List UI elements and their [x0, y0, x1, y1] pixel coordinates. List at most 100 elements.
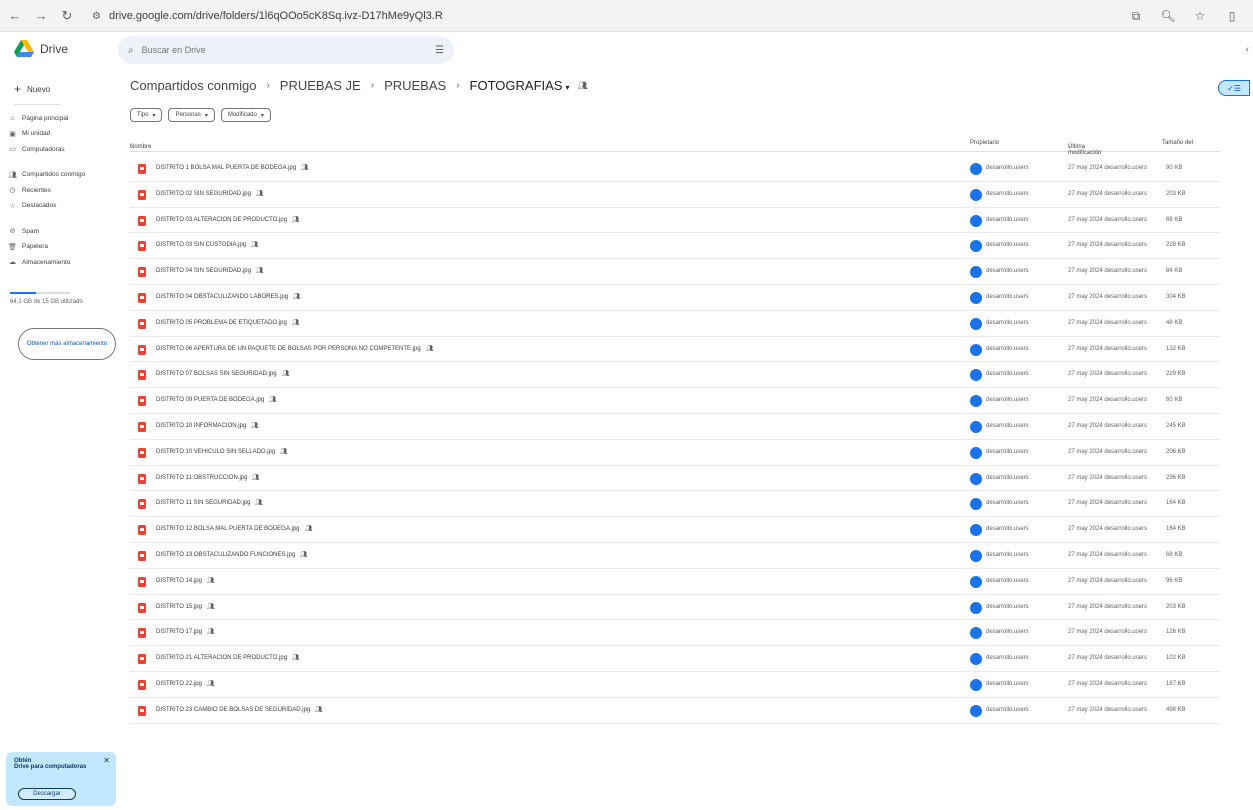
- get-more-storage-button[interactable]: Obtener más almacenamiento: [18, 328, 116, 360]
- zoom-icon[interactable]: 🔍︎: [1157, 5, 1179, 27]
- file-name: DISTRITO 23 CAMBIO DE BOLSAS DE SEGURIDA…: [156, 706, 311, 713]
- forward-arrow-icon[interactable]: →: [30, 5, 52, 27]
- sidebar-item-recent[interactable]: ◷ Recientes: [8, 184, 112, 197]
- file-size: 88 KB: [1166, 216, 1183, 223]
- file-name: DISTRITO 22.jpg: [156, 680, 202, 687]
- sidebar-item-label: Destacados: [22, 202, 57, 210]
- filter-label: Modificado: [227, 112, 257, 118]
- file-size: 102 KB: [1166, 655, 1186, 662]
- column-header-owner[interactable]: Propietario: [970, 140, 999, 146]
- install-app-icon[interactable]: ⧉: [1125, 5, 1147, 27]
- sidebar-item-spam[interactable]: ⊘ Spam: [8, 225, 112, 238]
- search-bar[interactable]: ⌕ ☰: [118, 36, 454, 64]
- file-modified: 27 may 2024 desarrollo.users: [1068, 474, 1148, 481]
- search-input[interactable]: [139, 44, 436, 56]
- table-row[interactable]: DISTRITO 21 ALTERACION DE PRODUCTO.jpg 👥︎…: [130, 646, 1220, 672]
- table-row[interactable]: DISTRITO 15.jpg 👥︎ desarrollo.users 27 may …: [130, 595, 1220, 621]
- file-modified: 27 may 2024 desarrollo.users: [1068, 629, 1148, 636]
- table-row[interactable]: DISTRITO 04 OBSTACULIZANDO LABORES.jpg 👥︎…: [130, 285, 1220, 311]
- sidebar-item-computers[interactable]: ▭ Computadoras: [8, 143, 112, 156]
- close-icon[interactable]: ✕: [103, 756, 110, 765]
- file-owner: desarrollo.users: [986, 577, 1029, 584]
- browser-toolbar: ← → ↻ ⚙ drive.google.com/drive/folders/1…: [0, 0, 1253, 32]
- avatar: [970, 240, 982, 253]
- file-size: 206 KB: [1166, 448, 1186, 455]
- table-row[interactable]: DISTRITO 05 PROBLEMA DE ETIQUETADO.jpg 👥︎…: [130, 311, 1220, 337]
- table-row[interactable]: DISTRITO 10 VEHICULO SIN SELLADO.jpg 👥︎ de…: [130, 440, 1220, 466]
- table-row[interactable]: DISTRITO 09 PUERTA DE BODEGA.jpg 👥︎ desarr…: [130, 388, 1220, 414]
- table-row[interactable]: DISTRITO 11 SIN SEGURIDAD.jpg 👥︎ desarroll…: [130, 491, 1220, 518]
- table-row[interactable]: DISTRITO 22.jpg 👥︎ desarrollo.users 27 may …: [130, 672, 1220, 698]
- sidebar-item-starred[interactable]: ☆ Destacados: [8, 200, 112, 213]
- side-panel-toggle-icon[interactable]: ‹: [1246, 44, 1249, 55]
- file-owner: desarrollo.users: [986, 551, 1029, 558]
- table-row[interactable]: DISTRITO 1 BOLSA MAL PUERTA DE BODEGA.jp…: [130, 156, 1220, 182]
- table-row[interactable]: DISTRITO 12 BOLSA MAL PUERTA DE BODEGA.j…: [130, 517, 1220, 543]
- sidebar-item-label: Almacenamiento: [22, 258, 71, 266]
- new-button-label: Nuevo: [27, 84, 51, 94]
- file-owner: desarrollo.users: [986, 345, 1029, 352]
- file-name: DISTRITO 12 BOLSA MAL PUERTA DE BODEGA.j…: [156, 526, 300, 533]
- sidebar-item-storage[interactable]: ☁ Almacenamiento: [8, 256, 112, 269]
- table-row[interactable]: DISTRITO 04 SIN SEGURIDAD.jpg 👥︎ desarroll…: [130, 259, 1220, 285]
- table-row[interactable]: DISTRITO 03 SIN CUSTODIA.jpg 👥︎ desarrollo…: [130, 233, 1220, 260]
- file-owner: desarrollo.users: [986, 706, 1029, 713]
- shared-people-icon: 👥︎: [300, 551, 308, 558]
- file-modified: 27 may 2024 desarrollo.users: [1068, 216, 1148, 223]
- table-row[interactable]: DISTRITO 02 SIN SEGURIDAD.jpg 👥︎ desarroll…: [130, 182, 1220, 208]
- file-size: 164 KB: [1166, 500, 1186, 507]
- avatar: [970, 524, 982, 537]
- file-name: DISTRITO 15.jpg: [156, 603, 202, 610]
- file-modified: 27 may 2024 desarrollo.users: [1068, 551, 1148, 558]
- table-row[interactable]: DISTRITO 10 INFORMACION.jpg 👥︎ desarrollo.…: [130, 414, 1220, 440]
- column-header-size[interactable]: Tamaño del: [1162, 140, 1193, 146]
- table-row[interactable]: DISTRITO 17.jpg 👥︎ desarrollo.users 27 may …: [130, 620, 1220, 647]
- filter-type[interactable]: Tipo ▾: [130, 108, 163, 122]
- breadcrumb-item-pruebas[interactable]: PRUEBAS: [384, 78, 446, 93]
- sidebar-item-label: Spam: [22, 227, 39, 235]
- sidebar-item-trash[interactable]: 🗑︎ Papelera: [8, 241, 112, 254]
- table-row[interactable]: DISTRITO 13 OBSTACULIZANDO FUNCIONES.jpg…: [130, 543, 1220, 569]
- file-modified: 27 may 2024 desarrollo.users: [1068, 190, 1148, 197]
- list-view-toggle[interactable]: ✓ ☰: [1218, 80, 1250, 96]
- file-modified: 27 may 2024 desarrollo.users: [1068, 397, 1148, 404]
- table-row[interactable]: DISTRITO 14.jpg 👥︎ desarrollo.users 27 may …: [130, 569, 1220, 595]
- site-info-icon[interactable]: ⚙: [92, 11, 101, 22]
- sidebar-item-home[interactable]: ⌂ Página principal: [8, 112, 112, 125]
- arrow-down-icon: ↓: [1068, 144, 1071, 150]
- new-button[interactable]: + Nuevo: [14, 78, 50, 100]
- table-row[interactable]: DISTRITO 23 CAMBIO DE BOLSAS DE SEGURIDA…: [130, 698, 1220, 724]
- search-options-icon[interactable]: ☰: [435, 45, 444, 56]
- image-file-icon: [138, 292, 146, 303]
- download-button[interactable]: Descargar: [18, 788, 76, 800]
- cloud-icon: ☁: [9, 259, 16, 267]
- extensions-icon[interactable]: ▯: [1221, 5, 1243, 27]
- file-name: DISTRITO 10 VEHICULO SIN SELLADO.jpg: [156, 448, 276, 455]
- address-bar[interactable]: ⚙ drive.google.com/drive/folders/1l6qOOo…: [92, 5, 1122, 27]
- file-size: 245 KB: [1166, 422, 1186, 429]
- avatar: [970, 214, 982, 227]
- table-row[interactable]: DISTRITO 11 OBSTRUCCION.jpg 👥︎ desarrollo.…: [130, 466, 1220, 492]
- file-owner: desarrollo.users: [986, 603, 1029, 610]
- file-modified: 27 may 2024 desarrollo.users: [1068, 293, 1148, 300]
- bookmark-star-icon[interactable]: ☆: [1189, 5, 1211, 27]
- file-name: DISTRITO 05 PROBLEMA DE ETIQUETADO.jpg: [156, 319, 287, 326]
- filter-people[interactable]: Personas ▾: [168, 108, 215, 122]
- shared-people-icon: 👥︎: [252, 474, 260, 481]
- back-arrow-icon[interactable]: ←: [4, 5, 26, 27]
- drive-logo[interactable]: Drive: [14, 40, 68, 58]
- sidebar-item-my-drive[interactable]: ▣ Mi unidad: [8, 128, 112, 141]
- shared-people-icon: 👥︎: [207, 680, 215, 687]
- sidebar-item-shared-with-me[interactable]: 👥︎ Compartidos conmigo: [8, 169, 112, 182]
- reload-icon[interactable]: ↻: [56, 5, 78, 27]
- table-row[interactable]: DISTRITO 06 APERTURA DE UN PAQUETE DE BO…: [130, 337, 1220, 363]
- table-row[interactable]: DISTRITO 07 BOLSAS SIN SEGURIDAD.jpg 👥︎ de…: [130, 362, 1220, 389]
- table-row[interactable]: DISTRITO 03 ALTERACION DE PRODUCTO.jpg 👥︎…: [130, 208, 1220, 234]
- filter-modified[interactable]: Modificado ▾: [220, 108, 271, 122]
- breadcrumb-item-shared[interactable]: Compartidos conmigo: [130, 78, 256, 93]
- breadcrumb-current-folder[interactable]: FOTOGRAFIAS ▾: [470, 78, 570, 93]
- avatar: [970, 446, 982, 459]
- breadcrumb-item-pruebas-je[interactable]: PRUEBAS JE: [280, 78, 361, 93]
- search-icon[interactable]: ⌕: [128, 45, 134, 56]
- file-size: 228 KB: [1166, 242, 1186, 249]
